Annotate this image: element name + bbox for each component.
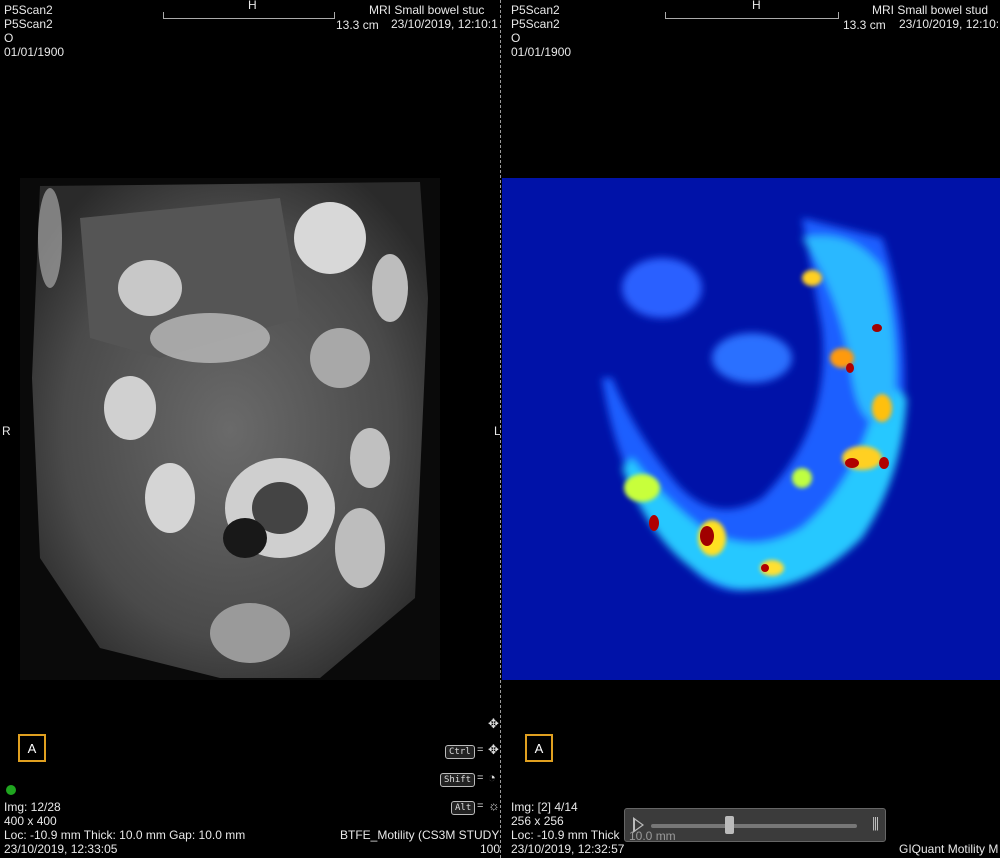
pan-icon[interactable]: ✥ [488,742,499,758]
left-scale-ruler [163,12,335,19]
right-ruler-label: 13.3 cm [843,18,886,32]
right-series-info: GIQuant Motility M [899,842,998,856]
right-orientation-top: H [752,0,761,12]
equals-sign: = [477,744,484,756]
mri-grayscale-image[interactable] [20,178,440,680]
ctrl-key-hint: Ctrl [445,745,475,759]
cine-slider-track[interactable] [651,824,857,828]
equals-sign: = [477,772,484,784]
motility-heatmap-image[interactable] [502,178,1000,680]
left-orientation-top: H [248,0,257,12]
cine-overlay-text: 10.0 mm [629,829,676,843]
right-image-line: 256 x 256 [511,814,564,828]
left-image-line: Loc: -10.9 mm Thick: 10.0 mm Gap: 10.0 m… [4,828,246,842]
right-image-info: Img: [2] 4/14 256 x 256 Loc: -10.9 mm Th… [511,800,624,856]
left-viewport[interactable]: P5Scan2 P5Scan2 O 01/01/1900 MRI Small b… [0,0,500,858]
left-patient-line: P5Scan2 [4,3,53,17]
right-patient-line: 01/01/1900 [511,45,572,59]
left-series-line: BTFE_Motility (CS3M STUDY [340,828,500,842]
equals-sign: = [477,800,484,812]
left-study-line: MRI Small bowel stuc [369,3,485,17]
left-patient-line: 01/01/1900 [4,45,65,59]
alt-key-hint: Alt [451,801,476,815]
rotate-icon[interactable]: ◔ [488,770,496,785]
right-image-line: 23/10/2019, 12:32:57 [511,842,625,856]
left-view-label[interactable]: A [18,734,46,762]
right-viewport[interactable]: P5Scan2 P5Scan2 O 01/01/1900 MRI Small b… [502,0,1000,858]
right-patient-line: O [511,31,521,45]
left-status-dot [6,785,16,795]
left-image-line: 400 x 400 [4,814,57,828]
left-study-line: 23/10/2019, 12:10:1 [391,17,498,31]
left-image-line: Img: 12/28 [4,800,61,814]
settings-sliders-icon[interactable]: ⫼ [872,816,879,833]
left-image-info: Img: 12/28 400 x 400 Loc: -10.9 mm Thick… [4,800,245,856]
right-study-line: MRI Small bowel stud [872,3,989,17]
right-view-label[interactable]: A [525,734,553,762]
left-ruler-label: 13.3 cm [336,18,379,32]
left-series-info: BTFE_Motility (CS3M STUDY 100 [340,828,500,856]
right-image-line: Loc: -10.9 mm Thick [511,828,620,842]
right-study-info: MRI Small bowel stud 23/10/2019, 12:10: [872,3,999,31]
cine-slider-thumb[interactable] [725,816,735,834]
right-study-line: 23/10/2019, 12:10: [899,17,1000,31]
left-orientation-left: R [2,424,11,438]
right-scale-ruler [665,12,839,19]
brightness-icon[interactable]: ☼ [488,798,500,813]
cine-playback-bar[interactable]: 10.0 mm ⫼ [624,808,886,843]
left-image-line: 23/10/2019, 12:33:05 [4,842,118,856]
pan-icon[interactable]: ✥ [488,716,499,732]
left-patient-info: P5Scan2 P5Scan2 O 01/01/1900 [4,3,64,59]
left-patient-line: O [4,31,14,45]
shift-key-hint: Shift [440,773,476,787]
left-study-info: MRI Small bowel stuc 23/10/2019, 12:10:1 [369,3,498,31]
right-patient-line: P5Scan2 [511,17,560,31]
right-patient-info: P5Scan2 P5Scan2 O 01/01/1900 [511,3,571,59]
left-patient-line: P5Scan2 [4,17,53,31]
right-patient-line: P5Scan2 [511,3,560,17]
left-series-line: 100 [480,842,500,856]
right-series-line: GIQuant Motility M [899,842,999,856]
right-image-line: Img: [2] 4/14 [511,800,578,814]
